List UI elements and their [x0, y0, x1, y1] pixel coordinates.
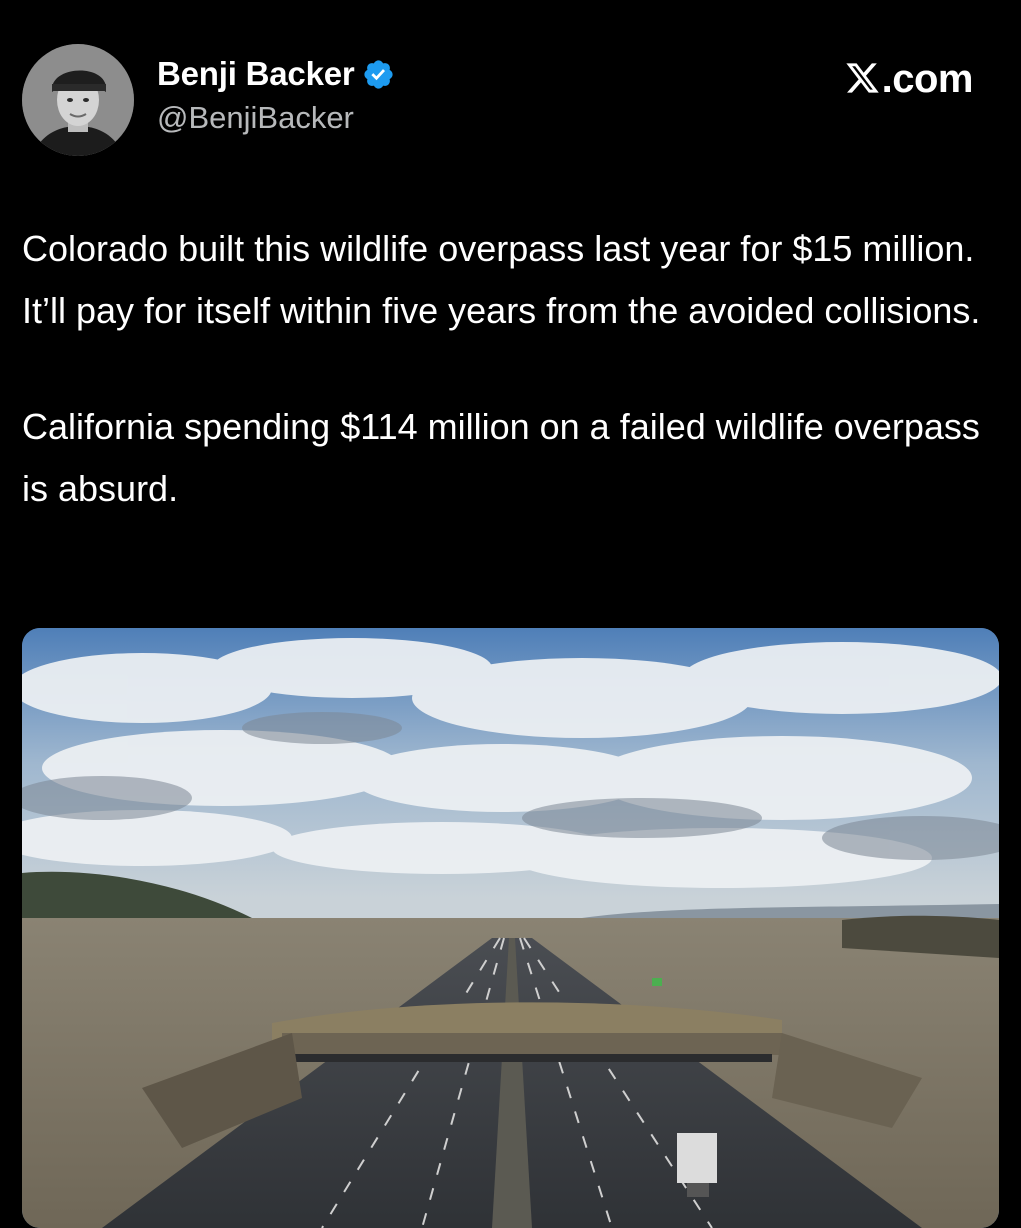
display-name[interactable]: Benji Backer [157, 55, 355, 93]
author-block: Benji Backer @BenjiBacker [157, 52, 395, 136]
avatar[interactable] [22, 44, 134, 156]
avatar-photo [22, 44, 134, 156]
tweet-paragraph: California spending $114 million on a fa… [22, 406, 980, 509]
handle[interactable]: @BenjiBacker [157, 100, 395, 136]
site-label-text: .com [881, 57, 974, 101]
tweet-header: Benji Backer @BenjiBacker .com [22, 44, 981, 156]
x-logo-icon [846, 63, 879, 93]
display-name-row: Benji Backer [157, 52, 395, 96]
tweet-photo[interactable] [22, 628, 999, 1228]
tweet-paragraph: Colorado built this wildlife overpass la… [22, 228, 981, 331]
tweet-text: Colorado built this wildlife overpass la… [22, 218, 1002, 520]
verified-badge-icon [362, 58, 395, 91]
overpass-photo [22, 628, 999, 1228]
site-label: .com [844, 56, 974, 102]
